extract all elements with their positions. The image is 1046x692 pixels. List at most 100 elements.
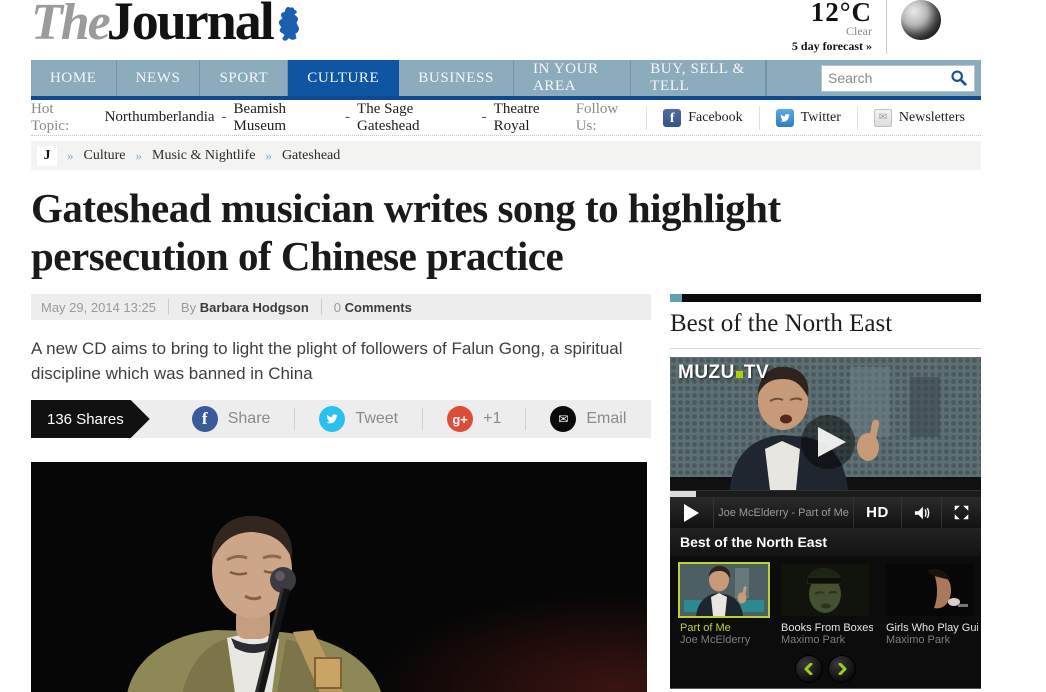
nav-tab-buy-sell-tell[interactable]: BUY, SELL & TELL	[631, 60, 766, 96]
topic-link-beamish-museum[interactable]: Beamish Museum	[234, 101, 338, 135]
muzu-text: MUZU	[678, 362, 735, 384]
share-count-badge: 136 Shares	[31, 400, 150, 438]
by-label: By	[181, 300, 196, 315]
share-bar: 136 Shares f Share Tweet g+ +1	[31, 400, 651, 438]
article-image	[31, 462, 647, 692]
playlist-thumbnails: Part of Me Joe McElderry	[670, 556, 981, 650]
follow-label: Follow Us:	[576, 101, 627, 135]
muzu-dot-icon	[736, 371, 743, 378]
thumbnail-title: Girls Who Play Gui	[886, 622, 978, 634]
article-date: May 29, 2014 13:25	[41, 300, 156, 315]
comments-link[interactable]: 0 Comments	[334, 300, 412, 315]
nav-tab-sport[interactable]: SPORT	[200, 60, 288, 96]
thumbnail-title: Books From Boxes	[781, 622, 873, 634]
lion-icon	[277, 6, 303, 42]
site-header: The Journal 12°C Clear 5 day forecast »	[31, 0, 981, 60]
share-facebook-label: Share	[228, 410, 271, 428]
topic-link-sage-gateshead[interactable]: The Sage Gateshead	[357, 101, 475, 135]
follow-facebook[interactable]: f Facebook	[646, 106, 758, 130]
breadcrumb-separator: »	[265, 148, 272, 164]
prev-button[interactable]	[796, 656, 822, 682]
nav-tab-in-your-area[interactable]: IN YOUR AREA	[514, 60, 631, 96]
playlist-item-girls-who-play[interactable]: Girls Who Play Gui Maximo Park	[886, 564, 978, 646]
twitter-icon	[776, 109, 794, 127]
nav-search-zone	[766, 60, 981, 96]
nav-tab-news[interactable]: NEWS	[117, 60, 201, 96]
main-nav: HOME NEWS SPORT CULTURE BUSINESS IN YOUR…	[31, 60, 981, 100]
fullscreen-icon	[953, 504, 970, 521]
share-facebook-button[interactable]: f Share	[168, 408, 296, 430]
share-email-button[interactable]: ✉ Email	[526, 408, 650, 430]
thumbnail-image	[781, 564, 869, 616]
play-button[interactable]	[670, 497, 714, 528]
speaker-icon	[913, 505, 931, 521]
comments-count: 0	[334, 300, 341, 315]
playlist-item-books-from-boxes[interactable]: Books From Boxes Maximo Park	[781, 564, 873, 646]
share-google-label: +1	[483, 410, 501, 428]
search-icon[interactable]	[950, 69, 968, 87]
tv-text: TV	[744, 362, 769, 384]
topic-link-theatre-royal[interactable]: Theatre Royal	[494, 101, 576, 135]
topic-separator: -	[222, 109, 227, 126]
logo-journal: Journal	[107, 0, 273, 52]
comments-label: Comments	[345, 300, 412, 315]
share-email-label: Email	[586, 410, 626, 428]
thumbnail-artist: Maximo Park	[781, 634, 873, 646]
breadcrumb-gateshead[interactable]: Gateshead	[282, 148, 340, 164]
playlist-pager	[670, 650, 981, 688]
article-byline: By Barbara Hodgson	[181, 300, 309, 315]
author-name[interactable]: Barbara Hodgson	[200, 300, 309, 315]
nav-tab-culture[interactable]: CULTURE	[288, 60, 399, 96]
follow-twitter-label: Twitter	[801, 110, 841, 126]
player-controls: Joe McElderry - Part of Me HD	[670, 497, 981, 528]
nav-tab-business[interactable]: BUSINESS	[399, 60, 514, 96]
topic-link-northumberlandia[interactable]: Northumberlandia	[105, 109, 215, 126]
topic-separator: -	[482, 109, 487, 126]
share-googleplus-button[interactable]: g+ +1	[423, 408, 526, 430]
fullscreen-button[interactable]	[941, 497, 981, 528]
googleplus-icon: g+	[447, 406, 473, 432]
share-twitter-button[interactable]: Tweet	[295, 408, 423, 430]
playlist-title: Best of the North East	[670, 528, 981, 556]
follow-facebook-label: Facebook	[688, 110, 742, 126]
site-logo[interactable]: The Journal	[31, 0, 303, 52]
breadcrumb-music-nightlife[interactable]: Music & Nightlife	[152, 148, 255, 164]
facebook-icon: f	[663, 109, 681, 127]
search-input[interactable]	[828, 70, 950, 86]
email-icon: ✉	[550, 406, 576, 432]
video-frame[interactable]: MUZU TV	[670, 357, 981, 490]
now-playing-label: Joe McElderry - Part of Me	[714, 507, 853, 519]
thumbnail-image	[680, 564, 768, 616]
playlist-item-part-of-me[interactable]: Part of Me Joe McElderry	[680, 564, 768, 646]
follow-zone: Follow Us: f Facebook Twitter ✉ Newslett…	[576, 100, 981, 135]
hot-topic-bar: Hot Topic: Northumberlandia - Beamish Mu…	[31, 100, 981, 136]
thumbnail-artist: Maximo Park	[886, 634, 978, 646]
chevron-left-icon	[803, 663, 815, 675]
breadcrumb-separator: »	[136, 148, 143, 164]
follow-twitter[interactable]: Twitter	[759, 106, 857, 130]
sidebar: Best of the North East	[670, 290, 981, 692]
muzu-tv-logo: MUZU TV	[678, 362, 769, 384]
byline-bar: May 29, 2014 13:25 By Barbara Hodgson 0 …	[31, 294, 651, 320]
facebook-icon: f	[192, 406, 218, 432]
twitter-icon	[319, 406, 345, 432]
moon-icon	[901, 0, 941, 40]
newsletter-icon: ✉	[874, 109, 892, 127]
weather-temperature: 12°C	[792, 0, 872, 24]
breadcrumb-home[interactable]: J	[37, 146, 57, 166]
follow-newsletters[interactable]: ✉ Newsletters	[857, 106, 981, 130]
nav-tab-home[interactable]: HOME	[31, 60, 117, 96]
breadcrumb-culture[interactable]: Culture	[84, 148, 126, 164]
forecast-link[interactable]: 5 day forecast »	[792, 39, 872, 54]
volume-button[interactable]	[901, 497, 941, 528]
musician-photo	[31, 462, 647, 692]
article-column: May 29, 2014 13:25 By Barbara Hodgson 0 …	[31, 290, 651, 692]
next-button[interactable]	[829, 656, 855, 682]
search-box	[821, 65, 975, 92]
page: The Journal 12°C Clear 5 day forecast » …	[0, 0, 1046, 692]
hd-button[interactable]: HD	[853, 497, 901, 528]
breadcrumb-separator: »	[67, 148, 74, 164]
page-title: Gateshead musician writes song to highli…	[31, 184, 961, 280]
chevron-right-icon	[836, 663, 848, 675]
video-progress-bar[interactable]	[670, 490, 981, 497]
